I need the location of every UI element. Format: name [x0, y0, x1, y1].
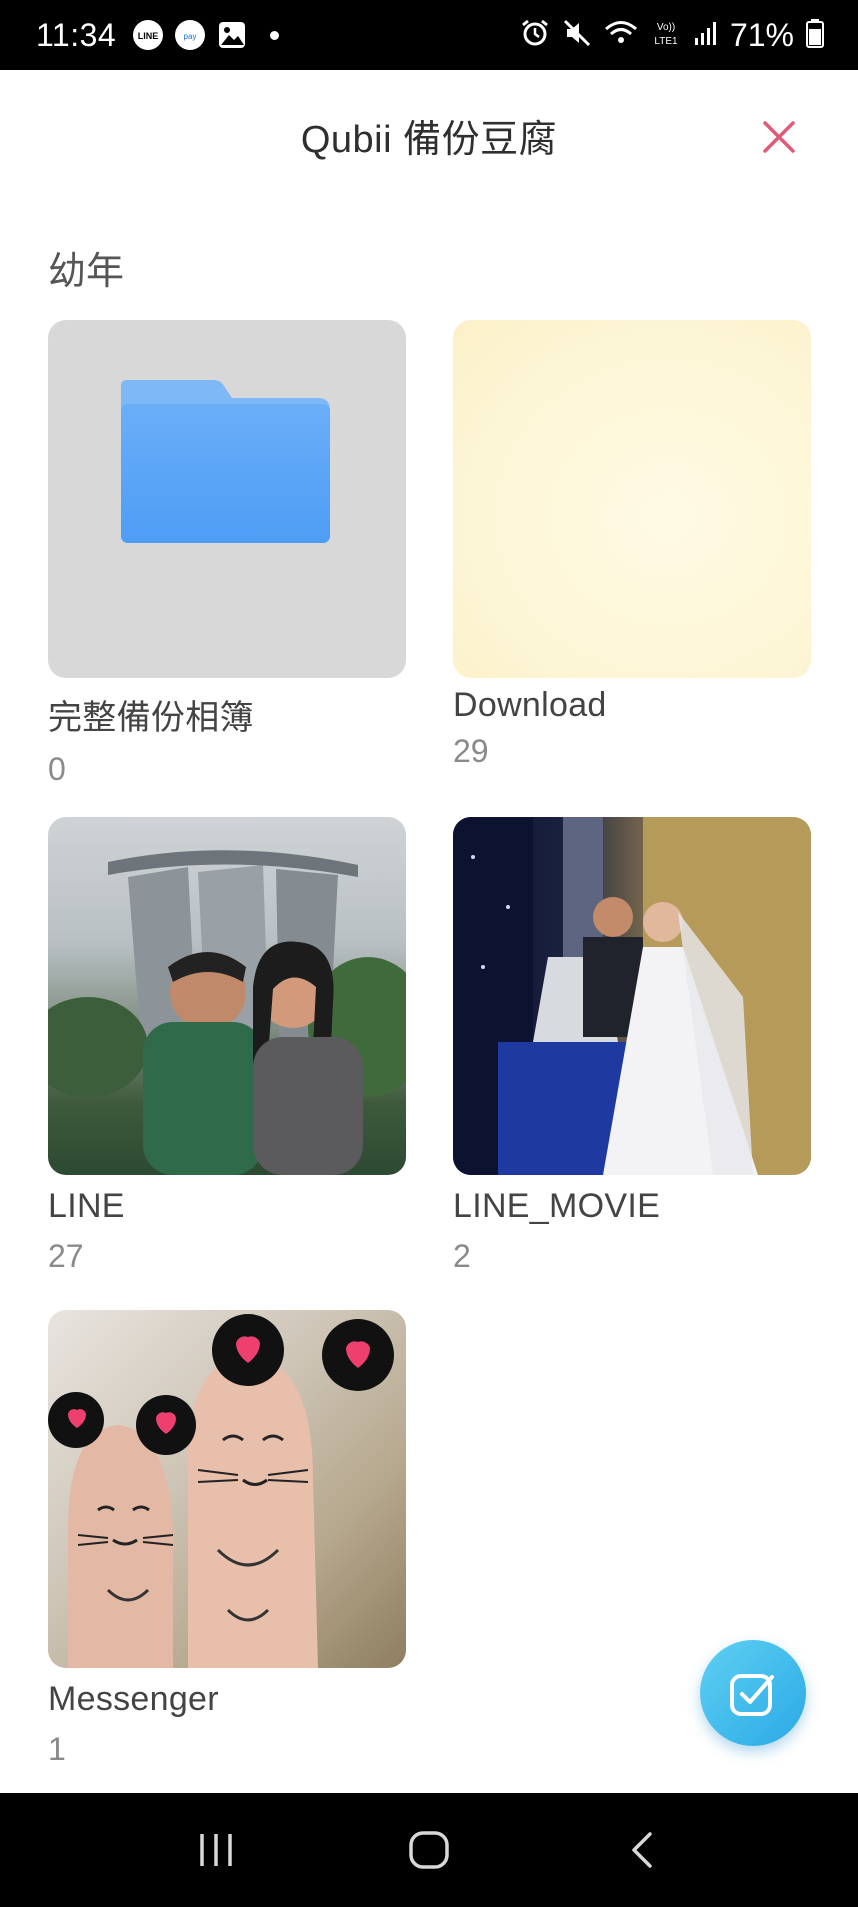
album-count: 27	[48, 1238, 84, 1274]
album-card-download[interactable]: Download 29	[453, 320, 811, 770]
album-thumbnail	[48, 1310, 406, 1668]
recents-button[interactable]	[176, 1810, 256, 1890]
album-count: 1	[48, 1731, 66, 1767]
home-icon	[409, 1831, 449, 1869]
svg-text:LINE: LINE	[138, 31, 159, 41]
close-button[interactable]	[752, 110, 806, 164]
album-name: 完整備份相簿	[48, 699, 254, 737]
line-album-photo	[48, 850, 406, 1175]
alarm-icon	[520, 18, 550, 53]
svg-text:LTE1: LTE1	[654, 36, 678, 47]
page-title: Qubii 備份豆腐	[300, 118, 558, 161]
mute-icon	[562, 18, 592, 53]
checkbox-icon	[730, 1674, 774, 1716]
album-name: Download	[453, 686, 607, 724]
status-right: Vo)) LTE1 71%	[520, 17, 824, 54]
home-button[interactable]	[389, 1810, 469, 1890]
pay-icon: pay	[174, 19, 206, 51]
screen: 11:34 LINE pay Vo)) LTE1 71% Qubii 備份豆腐 …	[0, 0, 858, 1907]
album-count: 29	[453, 733, 489, 769]
status-time: 11:34	[36, 16, 117, 53]
album-thumbnail	[48, 817, 406, 1175]
album-count: 2	[453, 1238, 471, 1274]
status-bar: 11:34 LINE pay Vo)) LTE1 71%	[0, 0, 858, 70]
album-card-messenger[interactable]: Messenger 1	[48, 1310, 406, 1768]
svg-text:Vo)): Vo))	[657, 22, 675, 33]
section-title: 幼年	[48, 251, 125, 293]
select-fab-button[interactable]	[700, 1640, 806, 1746]
more-notifications-dot	[270, 30, 280, 40]
album-name: LINE_MOVIE	[453, 1187, 661, 1225]
signal-icon	[694, 20, 718, 51]
svg-text:pay: pay	[184, 32, 197, 41]
line-movie-album-photo	[453, 817, 811, 1175]
album-card-line[interactable]: LINE 27	[48, 817, 406, 1275]
status-left: 11:34 LINE pay	[36, 16, 280, 54]
back-icon	[631, 1832, 652, 1868]
album-thumbnail	[453, 817, 811, 1175]
album-thumbnail	[48, 320, 406, 678]
volte-icon: Vo)) LTE1	[650, 18, 682, 53]
album-name: Messenger	[48, 1680, 219, 1718]
recents-icon	[200, 1834, 233, 1866]
wifi-icon	[604, 18, 638, 53]
image-icon	[216, 19, 248, 51]
line-icon: LINE	[132, 19, 164, 51]
close-icon	[763, 121, 795, 153]
album-name: LINE	[48, 1187, 125, 1225]
album-thumbnail	[453, 320, 811, 678]
album-card-line-movie[interactable]: LINE_MOVIE 2	[453, 817, 811, 1275]
back-button[interactable]	[602, 1810, 682, 1890]
battery-text: 71%	[729, 16, 794, 53]
app-header: Qubii 備份豆腐	[0, 70, 858, 200]
folder-icon	[121, 380, 330, 543]
battery-icon	[806, 18, 824, 53]
album-card-full-backup[interactable]: 完整備份相簿 0	[48, 320, 406, 788]
album-count: 0	[48, 751, 66, 787]
system-nav-bar	[0, 1793, 858, 1907]
messenger-album-photo	[48, 1314, 394, 1668]
